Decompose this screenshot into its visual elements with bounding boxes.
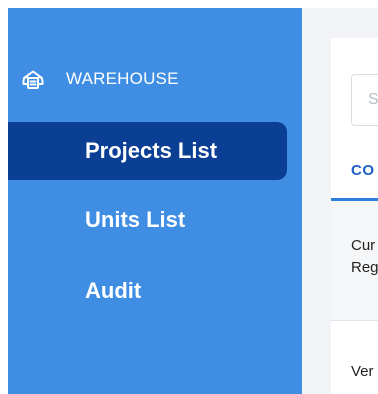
tab-active[interactable]: CO bbox=[351, 162, 375, 179]
info-line-2: Reg bbox=[351, 259, 378, 276]
brand-label: WAREHOUSE bbox=[66, 69, 179, 88]
sidebar-item-units-list[interactable]: Units List bbox=[8, 191, 287, 249]
sidebar-brand[interactable]: WAREHOUSE bbox=[20, 66, 179, 92]
info-panel: Cur Reg bbox=[331, 201, 378, 321]
info-line-1: Cur bbox=[351, 237, 376, 254]
search-placeholder: S bbox=[368, 91, 378, 108]
content-card: S CO Cur Reg Ver bbox=[331, 38, 378, 394]
warehouse-icon bbox=[20, 66, 46, 92]
search-input[interactable]: S bbox=[351, 74, 378, 126]
app-window: WAREHOUSE Projects List Units List Audit… bbox=[0, 0, 378, 394]
sidebar-item-projects-list[interactable]: Projects List bbox=[8, 122, 287, 180]
sidebar-item-audit[interactable]: Audit bbox=[8, 262, 287, 320]
sidebar: WAREHOUSE Projects List Units List Audit bbox=[8, 8, 302, 394]
list-item: Ver bbox=[351, 363, 374, 380]
